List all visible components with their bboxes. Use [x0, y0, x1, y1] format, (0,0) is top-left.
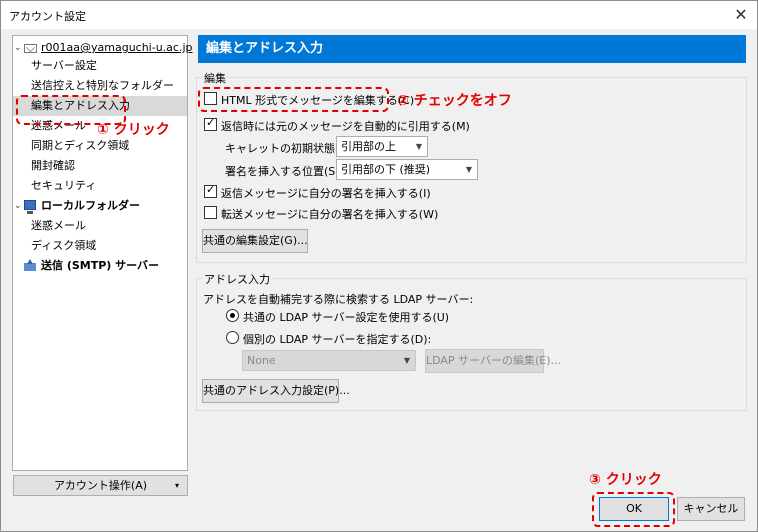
- title-bar: アカウント設定 ✕: [1, 1, 757, 29]
- tree-item-copies-folders[interactable]: 送信控えと特別なフォルダー: [13, 76, 187, 96]
- tree-item-sync-disk[interactable]: 同期とディスク領域: [13, 136, 187, 156]
- tree-smtp[interactable]: 送信 (SMTP) サーバー: [13, 256, 187, 276]
- mail-account-icon: [24, 44, 37, 53]
- tree-item-server-settings[interactable]: サーバー設定: [13, 56, 187, 76]
- signature-position-label: 署名を挿入する位置(S):: [225, 165, 344, 178]
- chevron-down-icon[interactable]: ⌄: [14, 38, 22, 58]
- annotation-step1: ① クリック: [97, 122, 170, 138]
- account-settings-window: アカウント設定 ✕ ⌄ r001aa@yamaguchi-u.ac.jp サーバ…: [0, 0, 758, 532]
- chevron-down-icon: ▼: [403, 356, 410, 365]
- use-custom-ldap-radio[interactable]: [226, 331, 239, 344]
- addressing-legend: アドレス入力: [202, 271, 272, 287]
- global-compose-settings-button[interactable]: 共通の編集設定(G)...: [202, 229, 308, 253]
- signature-forward-checkbox[interactable]: [204, 206, 217, 219]
- use-global-ldap-radio[interactable]: [226, 309, 239, 322]
- edit-ldap-button[interactable]: LDAP サーバーの編集(E)...: [425, 349, 561, 373]
- chevron-down-icon[interactable]: ⌄: [14, 196, 22, 216]
- tree-item-receipts[interactable]: 開封確認: [13, 156, 187, 176]
- global-addressing-settings-button[interactable]: 共通のアドレス入力設定(P)...: [202, 379, 350, 403]
- close-icon[interactable]: ✕: [729, 3, 753, 27]
- computer-icon: [24, 200, 36, 214]
- account-actions-button[interactable]: アカウント操作(A) ▾: [13, 475, 188, 496]
- tree-item-local-disk[interactable]: ディスク領域: [13, 236, 187, 256]
- annotation-step3: ③ クリック: [589, 472, 662, 488]
- auto-quote-label[interactable]: 返信時には元のメッセージを自動的に引用する(M): [221, 118, 470, 134]
- signature-position-select[interactable]: 引用部の下 (推奨) ▼: [336, 159, 478, 180]
- tree-account-label: r001aa@yamaguchi-u.ac.jp: [41, 41, 193, 54]
- tree-item-local-junk[interactable]: 迷惑メール: [13, 216, 187, 236]
- auto-quote-checkbox[interactable]: [204, 116, 217, 131]
- signature-reply-label[interactable]: 返信メッセージに自分の署名を挿入する(I): [221, 185, 431, 201]
- chevron-down-icon: ▼: [415, 142, 422, 151]
- use-custom-ldap-label[interactable]: 個別の LDAP サーバーを指定する(D):: [243, 331, 431, 347]
- chevron-down-icon: ▼: [465, 165, 472, 174]
- annotation-step2: ② チェックをオフ: [397, 93, 512, 109]
- tree-account[interactable]: ⌄ r001aa@yamaguchi-u.ac.jp: [13, 38, 193, 58]
- window-title: アカウント設定: [9, 10, 86, 23]
- page-title: 編集とアドレス入力: [198, 35, 746, 63]
- annotation-box-step3: [592, 492, 675, 527]
- tree-local-folders[interactable]: ⌄ ローカルフォルダー: [13, 196, 187, 216]
- compose-legend: 編集: [202, 70, 228, 86]
- chevron-down-icon: ▾: [174, 481, 179, 490]
- signature-reply-checkbox[interactable]: [204, 183, 217, 198]
- caret-label: キャレットの初期状態(T):: [225, 142, 355, 155]
- ldap-description: アドレスを自動補完する際に検索する LDAP サーバー:: [203, 293, 474, 306]
- tree-item-security[interactable]: セキュリティ: [13, 176, 187, 196]
- annotation-box-step2: [198, 87, 389, 112]
- outgoing-server-icon: [24, 259, 36, 272]
- use-global-ldap-label[interactable]: 共通の LDAP サーバー設定を使用する(U): [243, 309, 449, 325]
- ldap-server-select[interactable]: None ▼: [242, 350, 416, 371]
- signature-forward-label[interactable]: 転送メッセージに自分の署名を挿入する(W): [221, 206, 438, 222]
- cancel-button[interactable]: キャンセル: [677, 497, 745, 521]
- caret-select[interactable]: 引用部の上 ▼: [336, 136, 428, 157]
